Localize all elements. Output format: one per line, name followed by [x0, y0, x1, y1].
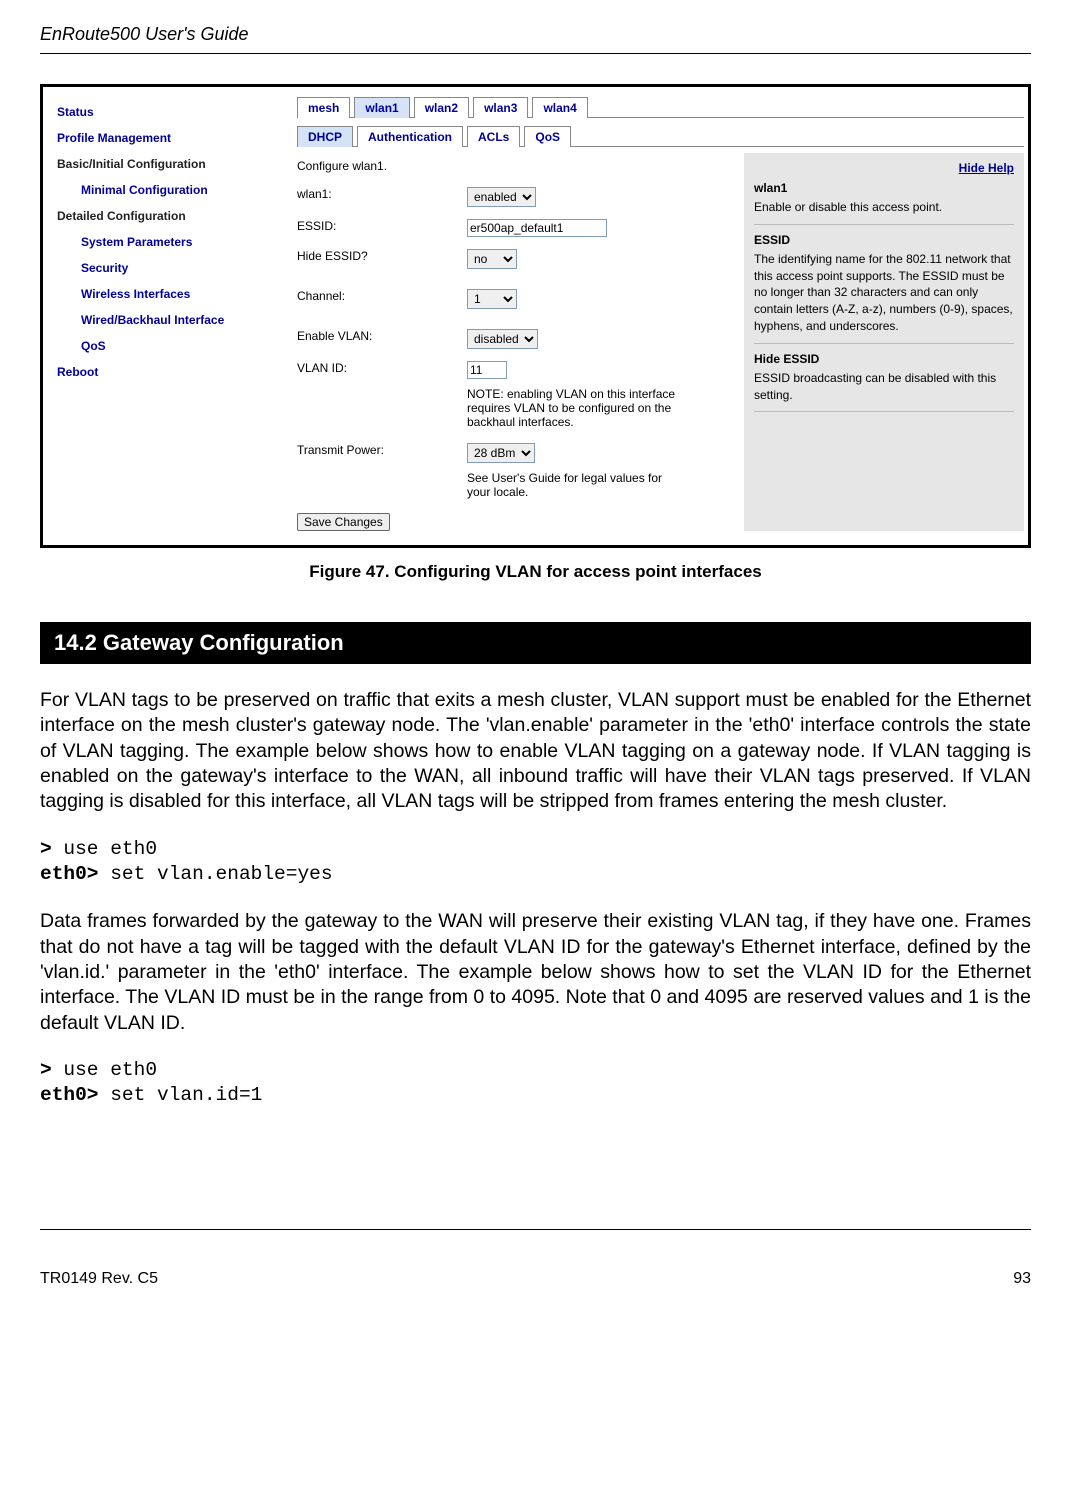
configure-title: Configure wlan1.: [297, 157, 724, 181]
cli1-prompt1: >: [40, 838, 52, 860]
sidebar-detailed-heading: Detailed Configuration: [53, 205, 271, 231]
tab-wlan1[interactable]: wlan1: [354, 97, 409, 118]
help-wlan1-title: wlan1: [754, 181, 1014, 195]
wlan1-select[interactable]: enabled: [467, 187, 536, 207]
tab-wlan2[interactable]: wlan2: [414, 97, 469, 118]
cli2-cmd2: set vlan.id=1: [99, 1084, 263, 1106]
subtab-dhcp[interactable]: DHCP: [297, 126, 353, 147]
sidebar-system-parameters[interactable]: System Parameters: [53, 231, 271, 257]
subtab-qos[interactable]: QoS: [524, 126, 571, 147]
footer-right: 93: [1013, 1270, 1031, 1288]
hide-essid-label: Hide ESSID?: [297, 249, 467, 263]
page-footer: TR0149 Rev. C5 93: [40, 1229, 1031, 1318]
help-wlan1-text: Enable or disable this access point.: [754, 199, 1014, 216]
channel-select[interactable]: 1: [467, 289, 517, 309]
screenshot-container: Status Profile Management Basic/Initial …: [40, 84, 1031, 548]
help-essid-text: The identifying name for the 802.11 netw…: [754, 251, 1014, 335]
vlan-note: NOTE: enabling VLAN on this interface re…: [297, 385, 677, 435]
cli2-prompt1: >: [40, 1059, 52, 1081]
save-changes-button[interactable]: Save Changes: [297, 513, 390, 531]
cli1-cmd1: use eth0: [52, 838, 157, 860]
tab-mesh[interactable]: mesh: [297, 97, 350, 118]
sidebar-minimal-configuration[interactable]: Minimal Configuration: [53, 179, 271, 205]
help-hide-essid-title: Hide ESSID: [754, 352, 1014, 366]
wlan1-label: wlan1:: [297, 187, 467, 201]
help-divider: [754, 224, 1014, 225]
vlan-id-label: VLAN ID:: [297, 361, 467, 375]
configuration-form: Configure wlan1. wlan1: enabled ESSID:: [297, 153, 724, 531]
sidebar-basic-heading: Basic/Initial Configuration: [53, 153, 271, 179]
footer-left: TR0149 Rev. C5: [40, 1270, 158, 1288]
sidebar-wireless-interfaces[interactable]: Wireless Interfaces: [53, 283, 271, 309]
subtab-acls[interactable]: ACLs: [467, 126, 520, 147]
help-essid-title: ESSID: [754, 233, 1014, 247]
tab-wlan4[interactable]: wlan4: [532, 97, 587, 118]
primary-tabs: mesh wlan1 wlan2 wlan3 wlan4: [297, 97, 1024, 118]
tab-wlan3[interactable]: wlan3: [473, 97, 528, 118]
sidebar: Status Profile Management Basic/Initial …: [47, 91, 277, 541]
cli2-prompt2: eth0>: [40, 1084, 99, 1106]
help-panel: Hide Help wlan1 Enable or disable this a…: [744, 153, 1024, 531]
sidebar-security[interactable]: Security: [53, 257, 271, 283]
hide-essid-select[interactable]: no: [467, 249, 517, 269]
cli-block-1: > use eth0 eth0> set vlan.enable=yes: [40, 837, 1031, 888]
cli1-prompt2: eth0>: [40, 863, 99, 885]
main-content: mesh wlan1 wlan2 wlan3 wlan4 DHCP Authen…: [277, 91, 1024, 541]
essid-input[interactable]: [467, 219, 607, 237]
enable-vlan-select[interactable]: disabled: [467, 329, 538, 349]
sidebar-profile-management[interactable]: Profile Management: [53, 127, 271, 153]
enable-vlan-label: Enable VLAN:: [297, 329, 467, 343]
hide-help-link[interactable]: Hide Help: [959, 161, 1014, 175]
figure-caption: Figure 47. Configuring VLAN for access p…: [40, 562, 1031, 582]
sidebar-reboot[interactable]: Reboot: [53, 361, 271, 387]
help-divider: [754, 343, 1014, 344]
secondary-tabs: DHCP Authentication ACLs QoS: [297, 126, 1024, 147]
help-hide-essid-text: ESSID broadcasting can be disabled with …: [754, 370, 1014, 404]
cli-block-2: > use eth0 eth0> set vlan.id=1: [40, 1058, 1031, 1109]
section-header: 14.2 Gateway Configuration: [40, 622, 1031, 664]
paragraph-2: Data frames forwarded by the gateway to …: [40, 909, 1031, 1036]
help-divider: [754, 411, 1014, 412]
essid-label: ESSID:: [297, 219, 467, 233]
vlan-id-input[interactable]: [467, 361, 507, 379]
transmit-power-label: Transmit Power:: [297, 443, 467, 457]
sidebar-status[interactable]: Status: [53, 101, 271, 127]
transmit-power-note: See User's Guide for legal values for yo…: [297, 469, 677, 505]
channel-label: Channel:: [297, 289, 467, 303]
cli2-cmd1: use eth0: [52, 1059, 157, 1081]
transmit-power-select[interactable]: 28 dBm: [467, 443, 535, 463]
page-header: EnRoute500 User's Guide: [40, 0, 1031, 54]
sidebar-qos[interactable]: QoS: [53, 335, 271, 361]
paragraph-1: For VLAN tags to be preserved on traffic…: [40, 688, 1031, 815]
sidebar-wired-backhaul-interface[interactable]: Wired/Backhaul Interface: [53, 309, 271, 335]
subtab-authentication[interactable]: Authentication: [357, 126, 463, 147]
cli1-cmd2: set vlan.enable=yes: [99, 863, 333, 885]
